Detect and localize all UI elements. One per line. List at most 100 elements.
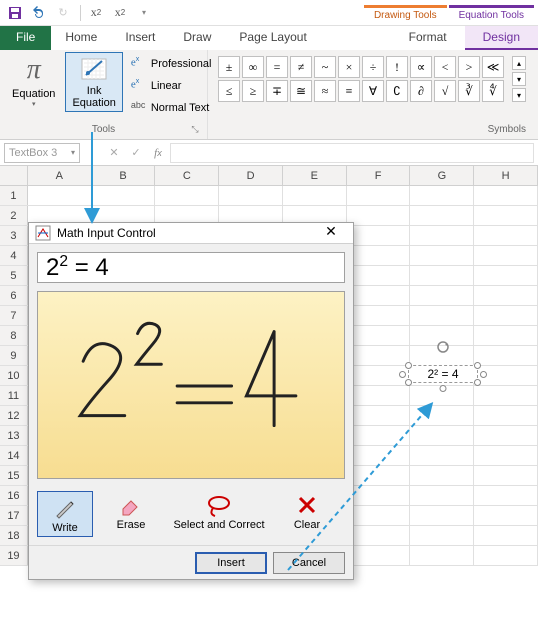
rotate-handle-icon[interactable] — [436, 340, 450, 354]
tab-file[interactable]: File — [0, 26, 51, 50]
cancel-formula-icon[interactable]: ✕ — [104, 143, 124, 163]
symbol-cell[interactable]: ∁ — [386, 80, 408, 102]
tab-insert[interactable]: Insert — [111, 26, 169, 50]
symbol-cell[interactable]: ~ — [314, 56, 336, 78]
row-header[interactable]: 1 — [0, 186, 28, 205]
name-box-dropdown-icon[interactable]: ▾ — [71, 148, 75, 157]
col-header[interactable]: C — [155, 166, 219, 185]
row-header[interactable]: 16 — [0, 486, 28, 505]
symbol-cell[interactable]: ≥ — [242, 80, 264, 102]
erase-tool[interactable]: Erase — [103, 491, 159, 537]
symbols-scroll-up-icon[interactable]: ▴ — [512, 56, 526, 70]
equation-textbox[interactable]: 2² = 4 — [408, 365, 478, 383]
symbol-cell[interactable]: ∓ — [266, 80, 288, 102]
col-header[interactable]: D — [219, 166, 283, 185]
row-header[interactable]: 6 — [0, 286, 28, 305]
pen-icon — [53, 494, 77, 522]
row-header[interactable]: 18 — [0, 526, 28, 545]
row-header[interactable]: 9 — [0, 346, 28, 365]
row-header[interactable]: 19 — [0, 546, 28, 565]
write-tool[interactable]: Write — [37, 491, 93, 537]
symbol-cell[interactable]: = — [266, 56, 288, 78]
col-header[interactable]: B — [92, 166, 156, 185]
symbol-cell[interactable]: ∛ — [458, 80, 480, 102]
symbol-cell[interactable]: √ — [434, 80, 456, 102]
tools-launcher-icon[interactable]: ⤡ — [189, 124, 201, 136]
select-all-corner[interactable] — [0, 166, 28, 185]
symbol-cell[interactable]: ± — [218, 56, 240, 78]
row-header[interactable]: 12 — [0, 406, 28, 425]
col-header[interactable]: A — [28, 166, 92, 185]
col-header[interactable]: H — [474, 166, 538, 185]
insert-button[interactable]: Insert — [195, 552, 267, 574]
symbols-scroll-down-icon[interactable]: ▾ — [512, 72, 526, 86]
column-headers: A B C D E F G H — [0, 166, 538, 186]
clear-tool[interactable]: Clear — [279, 491, 335, 537]
symbol-cell[interactable]: ÷ — [362, 56, 384, 78]
row-header[interactable]: 11 — [0, 386, 28, 405]
symbol-cell[interactable]: ∀ — [362, 80, 384, 102]
undo-icon[interactable] — [28, 2, 50, 24]
save-icon[interactable] — [4, 2, 26, 24]
row-header[interactable]: 5 — [0, 266, 28, 285]
close-icon[interactable]: ✕ — [315, 223, 347, 243]
redo-icon[interactable]: ↻ — [52, 2, 74, 24]
tab-design[interactable]: Design — [465, 26, 538, 50]
ink-equation-button[interactable]: Ink Equation — [65, 52, 122, 112]
row-header[interactable]: 3 — [0, 226, 28, 245]
row-header[interactable]: 10 — [0, 366, 28, 385]
symbol-cell[interactable]: < — [434, 56, 456, 78]
enter-formula-icon[interactable]: ✓ — [126, 143, 146, 163]
col-header[interactable]: F — [347, 166, 411, 185]
symbol-cell[interactable]: ∝ — [410, 56, 432, 78]
row-header[interactable]: 7 — [0, 306, 28, 325]
select-correct-tool[interactable]: Select and Correct — [169, 491, 269, 537]
ink-canvas[interactable] — [37, 291, 345, 479]
symbols-expand-icon[interactable]: ▾ — [512, 88, 526, 102]
row-header[interactable]: 8 — [0, 326, 28, 345]
symbol-cell[interactable]: ≡ — [338, 80, 360, 102]
formula-separator: ⋮ — [82, 143, 102, 163]
symbol-cell[interactable]: × — [338, 56, 360, 78]
math-input-dialog: Math Input Control ✕ 22 = 4 Write — [28, 222, 354, 580]
normal-text-button[interactable]: abc Normal Text — [127, 98, 216, 118]
name-box[interactable]: TextBox 3 ▾ — [4, 143, 80, 163]
tab-home[interactable]: Home — [51, 26, 111, 50]
name-box-value: TextBox 3 — [9, 147, 57, 159]
qat-customize-icon[interactable]: ▾ — [133, 2, 155, 24]
symbol-cell[interactable]: ≅ — [290, 80, 312, 102]
symbol-cell[interactable]: ≠ — [290, 56, 312, 78]
superscript-icon[interactable]: x2 — [109, 2, 131, 24]
col-header[interactable]: E — [283, 166, 347, 185]
lasso-icon — [205, 491, 233, 519]
tab-page-layout[interactable]: Page Layout — [225, 26, 320, 50]
tab-format[interactable]: Format — [391, 26, 465, 50]
insert-function-icon[interactable]: fx — [148, 143, 168, 163]
row-header[interactable]: 17 — [0, 506, 28, 525]
cancel-button[interactable]: Cancel — [273, 552, 345, 574]
symbol-cell[interactable]: ∜ — [482, 80, 504, 102]
symbol-cell[interactable]: ≤ — [218, 80, 240, 102]
row-header[interactable]: 2 — [0, 206, 28, 225]
symbol-cell[interactable]: ≪ — [482, 56, 504, 78]
subscript-icon[interactable]: x2 — [85, 2, 107, 24]
dialog-titlebar[interactable]: Math Input Control ✕ — [29, 223, 353, 244]
professional-icon: ex — [131, 56, 147, 72]
row-header[interactable]: 4 — [0, 246, 28, 265]
col-header[interactable]: G — [410, 166, 474, 185]
formula-bar: TextBox 3 ▾ ⋮ ✕ ✓ fx — [0, 140, 538, 166]
row-header[interactable]: 13 — [0, 426, 28, 445]
equation-tools-tabset: Equation Tools — [449, 5, 534, 21]
row-header[interactable]: 14 — [0, 446, 28, 465]
tab-draw[interactable]: Draw — [169, 26, 225, 50]
symbol-cell[interactable]: ∂ — [410, 80, 432, 102]
symbol-cell[interactable]: > — [458, 56, 480, 78]
symbol-cell[interactable]: ! — [386, 56, 408, 78]
symbol-cell[interactable]: ≈ — [314, 80, 336, 102]
professional-button[interactable]: ex Professional — [127, 54, 216, 74]
linear-button[interactable]: ex Linear — [127, 76, 216, 96]
symbol-cell[interactable]: ∞ — [242, 56, 264, 78]
row-header[interactable]: 15 — [0, 466, 28, 485]
formula-input[interactable] — [170, 143, 534, 163]
equation-button[interactable]: π Equation ▾ — [6, 52, 61, 110]
